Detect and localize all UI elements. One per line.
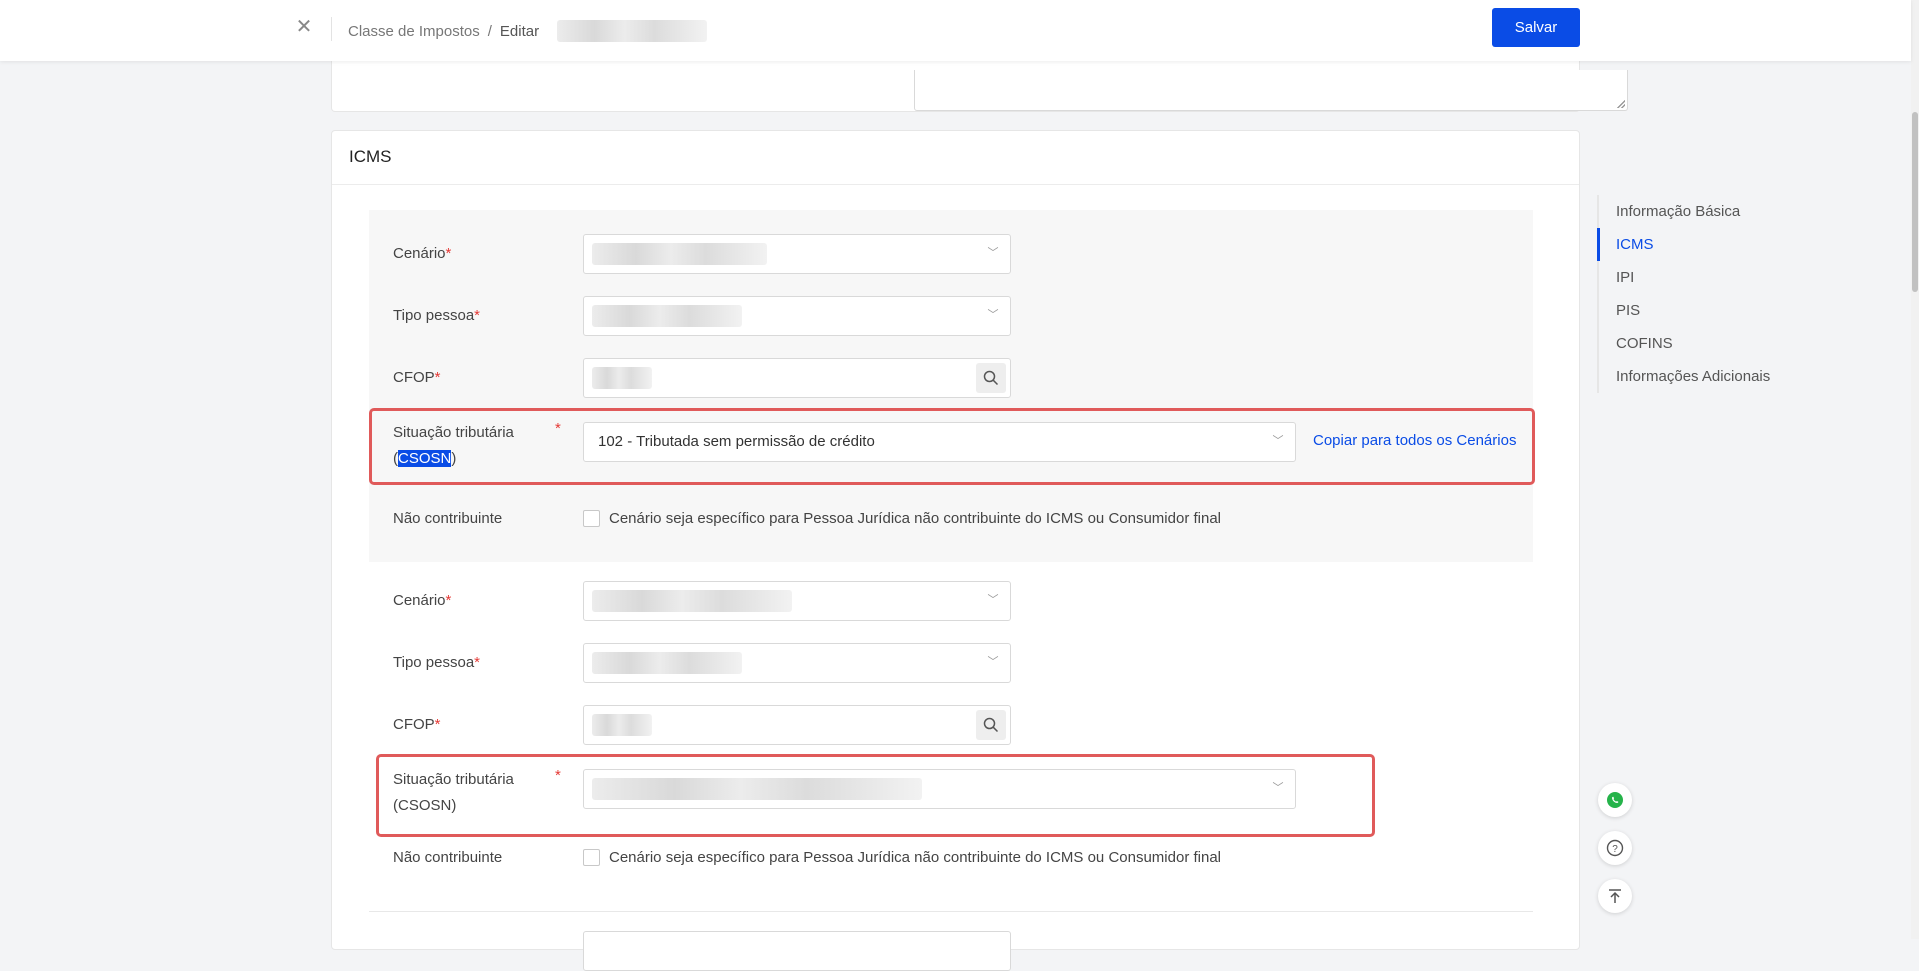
save-button[interactable]: Salvar bbox=[1492, 8, 1580, 47]
cenario-select[interactable]: ﹀ bbox=[583, 581, 1011, 621]
nav-item-informacoes-adicionais[interactable]: Informações Adicionais bbox=[1599, 360, 1817, 393]
highlight-box bbox=[369, 408, 1535, 485]
redacted-value bbox=[592, 305, 742, 327]
search-button[interactable] bbox=[976, 710, 1006, 740]
cenario-select-next[interactable] bbox=[583, 931, 1011, 971]
divider bbox=[331, 17, 332, 41]
nao-contribuinte-checkbox[interactable] bbox=[583, 510, 600, 527]
breadcrumb-separator: / bbox=[487, 22, 492, 40]
cfop-label: CFOP* bbox=[393, 716, 441, 733]
top-bar: ✕ Classe de Impostos / Editar Salvar bbox=[0, 0, 1911, 61]
nav-item-ipi[interactable]: IPI bbox=[1599, 261, 1817, 294]
description-textarea[interactable] bbox=[914, 70, 1628, 111]
svg-text:?: ? bbox=[1612, 844, 1618, 855]
tipo-pessoa-label: Tipo pessoa* bbox=[393, 654, 481, 671]
cenario-label: Cenário* bbox=[393, 245, 452, 262]
record-name-redacted bbox=[557, 20, 708, 42]
icms-section-title: ICMS bbox=[332, 131, 1579, 185]
back-to-top-icon bbox=[1609, 889, 1621, 903]
nao-contribuinte-label: Não contribuinte bbox=[393, 510, 503, 527]
nao-contribuinte-text: Cenário seja específico para Pessoa Jurí… bbox=[609, 510, 1221, 527]
close-icon[interactable]: ✕ bbox=[293, 16, 315, 38]
nav-item-cofins[interactable]: COFINS bbox=[1599, 327, 1817, 360]
chevron-down-icon: ﹀ bbox=[987, 594, 999, 606]
back-to-top-button[interactable] bbox=[1598, 879, 1632, 913]
nav-item-pis[interactable]: PIS bbox=[1599, 294, 1817, 327]
nav-item-icms[interactable]: ICMS bbox=[1597, 228, 1817, 261]
chevron-down-icon: ﹀ bbox=[987, 247, 999, 259]
tipo-pessoa-select[interactable]: ﹀ bbox=[583, 296, 1011, 336]
redacted-value bbox=[592, 652, 742, 674]
help-button[interactable]: ? bbox=[1598, 831, 1632, 865]
nao-contribuinte-checkbox[interactable] bbox=[583, 849, 600, 866]
whatsapp-icon bbox=[1607, 792, 1623, 808]
chevron-down-icon: ﹀ bbox=[987, 656, 999, 668]
cfop-input[interactable] bbox=[583, 358, 1011, 398]
redacted-value bbox=[592, 714, 652, 736]
tipo-pessoa-select[interactable]: ﹀ bbox=[583, 643, 1011, 683]
breadcrumb: Classe de Impostos / Editar bbox=[348, 20, 708, 42]
redacted-value bbox=[592, 590, 792, 612]
help-icon: ? bbox=[1606, 839, 1624, 857]
cfop-label: CFOP* bbox=[393, 369, 441, 386]
resize-handle-icon[interactable] bbox=[1617, 100, 1625, 108]
redacted-value bbox=[592, 243, 767, 265]
search-icon bbox=[983, 717, 999, 733]
redacted-value bbox=[592, 367, 652, 389]
nao-contribuinte-label: Não contribuinte bbox=[393, 849, 503, 866]
icms-scenario-1: Cenário* ﹀ Tipo pessoa* ﹀ CFOP* Situação… bbox=[369, 210, 1533, 562]
search-button[interactable] bbox=[976, 363, 1006, 393]
highlight-box bbox=[376, 754, 1375, 837]
page-scrollbar[interactable] bbox=[1911, 0, 1919, 939]
nao-contribuinte-text: Cenário seja específico para Pessoa Jurí… bbox=[609, 849, 1221, 866]
scenario-divider bbox=[369, 911, 1533, 912]
breadcrumb-parent[interactable]: Classe de Impostos bbox=[348, 23, 480, 40]
search-icon bbox=[983, 370, 999, 386]
nav-item-informacao-basica[interactable]: Informação Básica bbox=[1599, 195, 1817, 228]
whatsapp-button[interactable] bbox=[1598, 783, 1632, 817]
cfop-input[interactable] bbox=[583, 705, 1011, 745]
cenario-select[interactable]: ﹀ bbox=[583, 234, 1011, 274]
scrollbar-thumb[interactable] bbox=[1912, 112, 1918, 292]
cenario-label: Cenário* bbox=[393, 592, 452, 609]
tipo-pessoa-label: Tipo pessoa* bbox=[393, 307, 481, 324]
section-anchor-nav: Informação Básica ICMS IPI PIS COFINS In… bbox=[1597, 195, 1817, 393]
breadcrumb-current: Editar bbox=[499, 22, 540, 40]
chevron-down-icon: ﹀ bbox=[987, 309, 999, 321]
